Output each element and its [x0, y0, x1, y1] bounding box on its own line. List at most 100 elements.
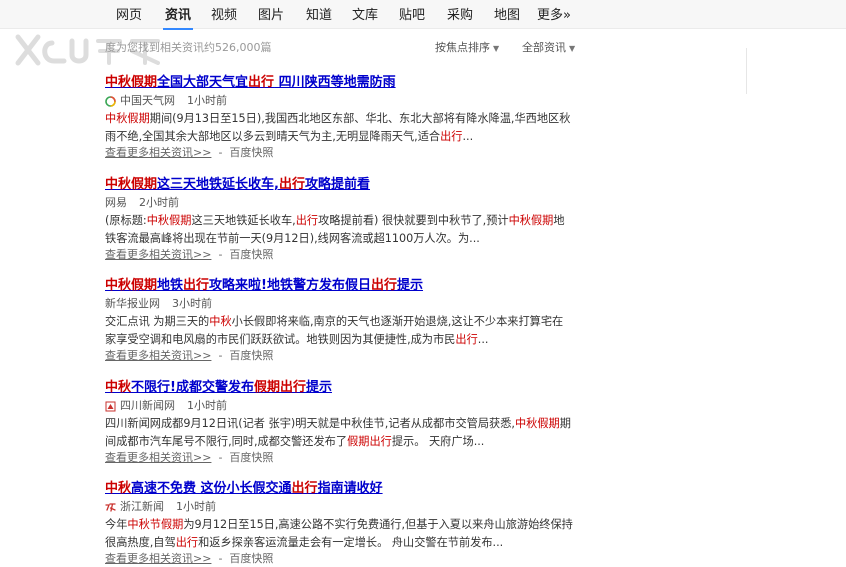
text-segment: 家享受空调和电风扇的市民们跃跃欲试。地铁则因为其便捷性,成为市民: [105, 333, 456, 346]
tab-8[interactable]: 地图: [494, 4, 520, 23]
result-source-line: 网易 2小时前: [105, 195, 580, 211]
result-abstract-line: 交汇点讯 为期三天的中秋小长假即将来临,南京的天气也逐渐开始退烧,这让不少本来打…: [105, 313, 580, 330]
text-segment: 攻略提前看: [304, 177, 370, 192]
result-abstract-line: 间成都市汽车尾号不限行,同时,成都交警还发布了假期出行提示。 天府广场...: [105, 433, 580, 450]
zhejiang-news-logo-icon: [105, 502, 116, 513]
highlight-keyword: 中秋假期: [105, 75, 158, 90]
separator: -: [218, 552, 223, 565]
result-source-name: 浙江新闻: [120, 500, 164, 513]
result-source-line: 新华报业网 3小时前: [105, 296, 580, 312]
result-source-name: 中国天气网: [120, 94, 175, 107]
chevron-down-icon: ▼: [493, 44, 500, 53]
text-segment: 指南请收好: [317, 481, 383, 496]
sichuan-news-logo-icon: [105, 401, 116, 412]
result-title-link[interactable]: 中秋高速不免费 这份小长假交通出行指南请收好: [105, 480, 580, 497]
more-related-news-link[interactable]: 查看更多相关资讯>>: [105, 248, 211, 261]
highlight-keyword: 出行: [175, 536, 199, 549]
tab-7[interactable]: 采购: [447, 4, 473, 23]
highlight-keyword: 中秋: [105, 380, 132, 395]
highlight-keyword: 假期出行: [253, 380, 306, 395]
tab-1[interactable]: 资讯: [162, 4, 194, 30]
separator: -: [218, 248, 223, 261]
more-related-news-link[interactable]: 查看更多相关资讯>>: [105, 451, 211, 464]
highlight-keyword: 中秋: [105, 481, 132, 496]
highlight-keyword: 出行: [295, 214, 319, 227]
result-abstract-line: 家享受空调和电风扇的市民们跃跃欲试。地铁则因为其便捷性,成为市民出行...: [105, 331, 580, 348]
text-segment: 四川陕西等地需防雨: [274, 75, 396, 90]
cache-snapshot-link[interactable]: 百度快照: [229, 146, 273, 159]
text-segment: 为9月12日至15日,高速公路不实行免费通行,但基于入夏以来舟山旅游始终保持: [183, 518, 573, 531]
result-links: 查看更多相关资讯>> - 百度快照: [105, 247, 580, 263]
result-abstract-line: 今年中秋节假期为9月12日至15日,高速公路不实行免费通行,但基于入夏以来舟山旅…: [105, 516, 580, 533]
text-segment: 铁客流最高峰将出现在节前一天(9月12日),线网客流或超1100万人次。为...: [105, 232, 480, 245]
cache-snapshot-link[interactable]: 百度快照: [229, 451, 273, 464]
highlight-keyword: 中秋假期: [514, 417, 560, 430]
cache-snapshot-link[interactable]: 百度快照: [229, 349, 273, 362]
text-segment: 很高热度,自驾: [105, 536, 176, 549]
text-segment: 期间(9月13日至15日),我国西北地区东部、华北、东北大部将有降水降温,华西地…: [149, 112, 571, 125]
text-segment: 间成都市汽车尾号不限行,同时,成都交警还发布了: [105, 435, 348, 448]
news-result: 中秋不限行!成都交警发布假期出行提示 四川新闻网 1小时前 四川新闻网成都9月12日讯…: [105, 379, 580, 466]
result-source-line: 浙江新闻 1小时前: [105, 499, 580, 515]
sort-by-focus-dropdown[interactable]: 按焦点排序 ▼: [435, 39, 499, 55]
text-segment: 和返乡探亲客运流量走会有一定增长。 舟山交警在节前发布...: [198, 536, 504, 549]
text-segment: 提示: [397, 278, 424, 293]
search-tabs-bar: 网页 资讯 视频 图片 知道 文库 贴吧 采购 地图 更多»: [0, 0, 846, 30]
more-related-news-link[interactable]: 查看更多相关资讯>>: [105, 146, 211, 159]
highlight-keyword: 中秋假期: [105, 177, 158, 192]
text-segment: 高速不免费 这份小长假交通: [131, 481, 292, 496]
text-segment: 攻略提前看) 很快就要到中秋节了,预计: [318, 214, 509, 227]
text-segment: (原标题:: [105, 214, 147, 227]
news-result: 中秋假期这三天地铁延长收车,出行攻略提前看 网易 2小时前 (原标题:中秋假期这三天地…: [105, 176, 580, 263]
result-abstract-line: 雨不绝,全国其余大部地区以多云到晴天气为主,无明显降雨天气,适合出行...: [105, 128, 580, 145]
cache-snapshot-link[interactable]: 百度快照: [229, 248, 273, 261]
text-segment: ...: [477, 333, 489, 346]
text-segment: 攻略来啦!地铁警方发布假日: [209, 278, 371, 293]
result-title-link[interactable]: 中秋假期地铁出行攻略来啦!地铁警方发布假日出行提示: [105, 277, 580, 294]
result-title-link[interactable]: 中秋假期这三天地铁延长收车,出行攻略提前看: [105, 176, 580, 193]
result-abstract-line: 很高热度,自驾出行和返乡探亲客运流量走会有一定增长。 舟山交警在节前发布...: [105, 534, 580, 551]
tab-6[interactable]: 贴吧: [399, 4, 425, 23]
highlight-keyword: 中秋: [209, 315, 232, 328]
result-links: 查看更多相关资讯>> - 百度快照: [105, 145, 580, 161]
text-segment: 提示。 天府广场...: [391, 435, 485, 448]
separator: -: [218, 451, 223, 464]
result-abstract-line: (原标题:中秋假期这三天地铁延长收车,出行攻略提前看) 很快就要到中秋节了,预计…: [105, 212, 580, 229]
result-title-link[interactable]: 中秋假期全国大部天气宜出行 四川陕西等地需防雨: [105, 74, 580, 91]
tab-0[interactable]: 网页: [116, 4, 142, 23]
highlight-keyword: 中秋节假期: [127, 518, 184, 531]
all-news-dropdown[interactable]: 全部资讯 ▼: [522, 39, 575, 55]
result-abstract-line: 中秋假期期间(9月13日至15日),我国西北地区东部、华北、东北大部将有降水降温…: [105, 110, 580, 127]
highlight-keyword: 中秋假期: [508, 214, 554, 227]
text-segment: 全国大部天气宜: [157, 75, 249, 90]
more-related-news-link[interactable]: 查看更多相关资讯>>: [105, 552, 211, 565]
highlight-keyword: 出行: [278, 177, 305, 192]
highlight-keyword: 出行: [370, 278, 397, 293]
result-title-link[interactable]: 中秋不限行!成都交警发布假期出行提示: [105, 379, 580, 396]
text-segment: 小长假即将来临,南京的天气也逐渐开始退烧,这让不少本来打算宅在: [231, 315, 564, 328]
tab-4[interactable]: 知道: [306, 4, 332, 23]
highlight-keyword: 中秋假期: [146, 214, 192, 227]
text-segment: 交汇点讯 为期三天的: [105, 315, 210, 328]
result-links: 查看更多相关资讯>> - 百度快照: [105, 551, 580, 567]
tab-5[interactable]: 文库: [352, 4, 378, 23]
text-segment: 今年: [105, 518, 128, 531]
all-news-label: 全部资讯: [522, 41, 566, 54]
highlight-keyword: 出行: [248, 75, 275, 90]
tab-2[interactable]: 视频: [211, 4, 237, 23]
highlight-keyword: 中秋假期: [105, 278, 158, 293]
sort-by-focus-label: 按焦点排序: [435, 41, 490, 54]
text-segment: 四川新闻网成都9月12日讯(记者 张宇)明天就是中秋佳节,记者从成都市交管局获悉…: [105, 417, 515, 430]
separator: -: [218, 146, 223, 159]
news-result: 中秋高速不免费 这份小长假交通出行指南请收好 浙江新闻 1小时前 今年中秋节假期为9月…: [105, 480, 580, 567]
result-time: 1小时前: [176, 500, 216, 513]
text-segment: 这三天地铁延长收车,: [157, 177, 279, 192]
news-result: 中秋假期全国大部天气宜出行 四川陕西等地需防雨 中国天气网 1小时前 中秋假期期间(9…: [105, 74, 580, 161]
highlight-keyword: 出行: [440, 130, 463, 143]
result-abstract-line: 四川新闻网成都9月12日讯(记者 张宇)明天就是中秋佳节,记者从成都市交管局获悉…: [105, 415, 580, 432]
tab-3[interactable]: 图片: [258, 4, 284, 23]
more-related-news-link[interactable]: 查看更多相关资讯>>: [105, 349, 211, 362]
tab-9[interactable]: 更多»: [537, 4, 571, 23]
cache-snapshot-link[interactable]: 百度快照: [229, 552, 273, 565]
highlight-keyword: 出行: [455, 333, 478, 346]
